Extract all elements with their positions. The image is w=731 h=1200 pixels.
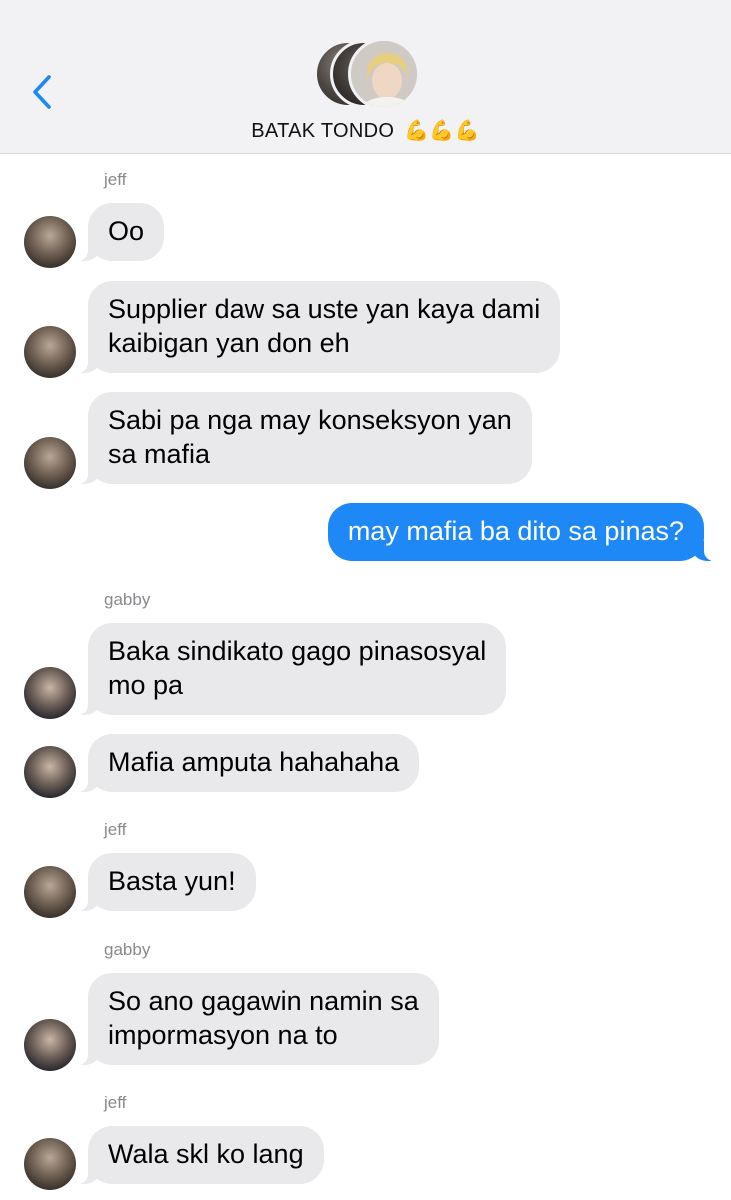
message-bubble[interactable]: Supplier daw sa uste yan kaya dami kaibi… bbox=[77, 281, 561, 373]
avatar[interactable] bbox=[24, 437, 76, 489]
sender-label: gabby bbox=[104, 590, 151, 609]
avatar[interactable] bbox=[24, 1138, 76, 1190]
avatar[interactable] bbox=[24, 746, 76, 798]
sent-message-bubble[interactable]: may mafia ba dito sa pinas? bbox=[327, 503, 715, 561]
message-bubble[interactable]: Basta yun! bbox=[78, 853, 256, 911]
sender-label: jeff bbox=[104, 170, 127, 189]
group-title-text: BATAK TONDO bbox=[251, 120, 395, 142]
group-avatar-stack[interactable] bbox=[314, 38, 424, 110]
sender-label: gabby bbox=[104, 940, 151, 959]
avatar[interactable] bbox=[24, 326, 76, 378]
back-button[interactable] bbox=[22, 70, 62, 114]
chat-header: BATAK TONDO 💪💪💪 bbox=[0, 0, 731, 154]
flexed-biceps-icon: 💪💪💪 bbox=[404, 120, 480, 142]
chevron-left-icon bbox=[33, 75, 51, 109]
message-bubble[interactable]: Mafia amputa hahahaha bbox=[77, 734, 420, 792]
sender-label: jeff bbox=[104, 820, 127, 839]
avatar[interactable] bbox=[24, 216, 76, 268]
message-bubble[interactable]: So ano gagawin namin sa impormasyon na t… bbox=[78, 973, 439, 1065]
avatar[interactable] bbox=[24, 667, 76, 719]
avatar[interactable] bbox=[24, 1019, 76, 1071]
message-bubble[interactable]: Baka sindikato gago pinasosyal mo pa bbox=[77, 623, 507, 715]
message-bubble[interactable]: Oo bbox=[77, 203, 165, 261]
message-bubble[interactable]: Sabi pa nga may konseksyon yan sa mafia bbox=[78, 392, 532, 484]
group-member-avatar bbox=[348, 38, 420, 110]
group-name[interactable]: BATAK TONDO 💪💪💪 bbox=[0, 118, 731, 143]
avatar[interactable] bbox=[24, 866, 76, 918]
sender-label: jeff bbox=[104, 1093, 127, 1112]
person-photo-icon bbox=[351, 41, 417, 107]
message-bubble[interactable]: Wala skl ko lang bbox=[78, 1126, 324, 1184]
